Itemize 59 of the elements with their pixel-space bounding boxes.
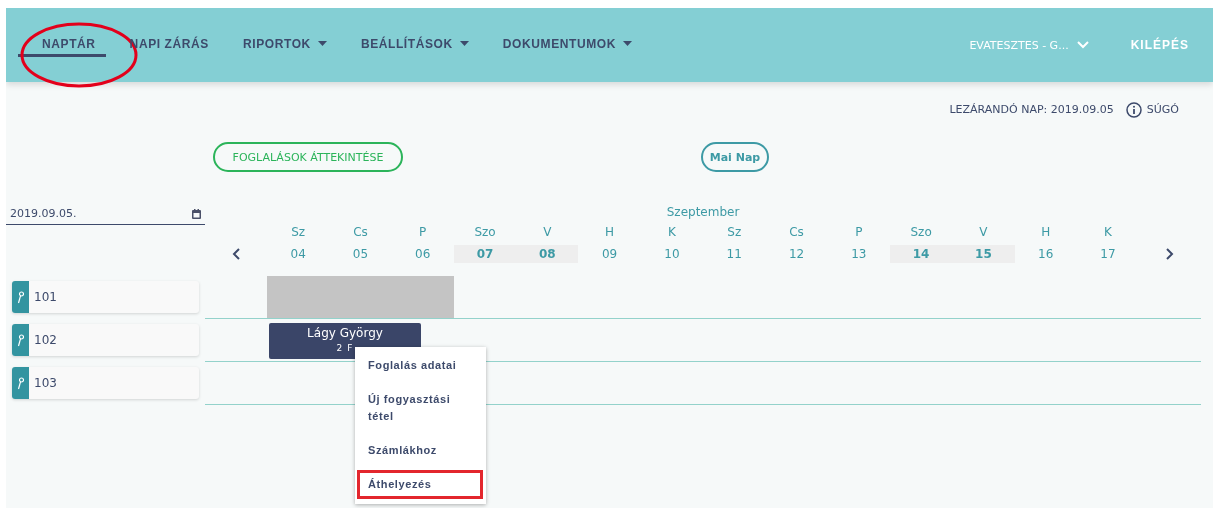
weekday-label: K [667, 224, 677, 241]
room-number: 103 [33, 376, 57, 390]
date-cell[interactable]: 06 [391, 245, 454, 263]
room-card[interactable]: 101 [12, 281, 199, 313]
user-menu[interactable]: EVATESZTES - G... [969, 38, 1089, 52]
nav-tab[interactable]: DOKUMENTUMOK [478, 8, 642, 82]
nav-tab[interactable]: BEÁLLÍTÁSOK [336, 8, 479, 82]
chevron-right-icon [1166, 248, 1175, 260]
help-link[interactable]: SÚGÓ [1125, 101, 1179, 118]
date-cell[interactable]: 09 [578, 245, 641, 263]
weekday-label: Cs [788, 224, 805, 241]
date-cell[interactable]: 16 [1014, 245, 1077, 263]
overview-button[interactable]: FOGLALÁSOK ÁTTEKINTÉSE [213, 142, 403, 172]
weekday-label: Szo [473, 224, 497, 241]
date-cell[interactable]: 17 [1076, 245, 1140, 263]
nav-tab[interactable]: RIPORTOK [218, 8, 337, 82]
nav-tab[interactable]: NAPTÁR [18, 8, 106, 82]
room-card[interactable]: 102 [12, 324, 199, 356]
menu-item[interactable]: Számlákhoz [357, 436, 483, 465]
weekday-label: Szo [909, 224, 933, 241]
weekday-label: K [1103, 224, 1113, 241]
closing-day-label: LEZÁRANDÓ NAP: 2019.09.05 [949, 103, 1114, 116]
room-number: 102 [33, 333, 57, 347]
weekday-label: Sz [726, 224, 743, 241]
weekday-label: Cs [352, 224, 369, 241]
key-icon [17, 376, 24, 390]
persons-count: 2 F [336, 342, 354, 355]
weekday-label: V [978, 224, 989, 241]
weekday-label: P [418, 224, 428, 241]
date-cell[interactable]: 04 [267, 245, 330, 263]
menu-item[interactable]: Új fogyasztási tétel [357, 385, 483, 431]
weekday-label: Sz [290, 224, 307, 241]
chevron-left-icon [232, 248, 240, 260]
room-card[interactable]: 103 [12, 367, 199, 399]
calendar-icon [192, 208, 201, 219]
menu-item[interactable]: Áthelyezés [357, 470, 483, 499]
date-cell[interactable]: 11 [703, 245, 766, 263]
date-cell[interactable]: 07 [453, 245, 517, 263]
chevron-down-icon [1076, 41, 1089, 49]
weekday-label: P [854, 224, 864, 241]
guest-name: Lágy György [307, 325, 383, 342]
date-cell[interactable]: 12 [765, 245, 828, 263]
key-icon [17, 333, 24, 347]
key-icon [17, 290, 24, 304]
date-cell[interactable]: 13 [827, 245, 890, 263]
weekday-label: H [604, 224, 616, 241]
weekday-label: V [542, 224, 553, 241]
date-field[interactable]: 2019.09.05. [6, 205, 205, 225]
today-button[interactable]: Mai Nap [701, 142, 769, 172]
date-cell[interactable]: 10 [640, 245, 704, 263]
weekday-label: H [1040, 224, 1052, 241]
date-cell[interactable]: 05 [329, 245, 392, 263]
date-cell[interactable]: 08 [516, 245, 579, 263]
date-cell[interactable]: 14 [889, 245, 953, 263]
logout-link[interactable]: KILÉPÉS [1130, 38, 1189, 52]
info-icon [1125, 101, 1142, 118]
room-number: 101 [33, 290, 57, 304]
month-label: Szeptember [665, 205, 741, 221]
date-cell[interactable]: 15 [952, 245, 1015, 263]
